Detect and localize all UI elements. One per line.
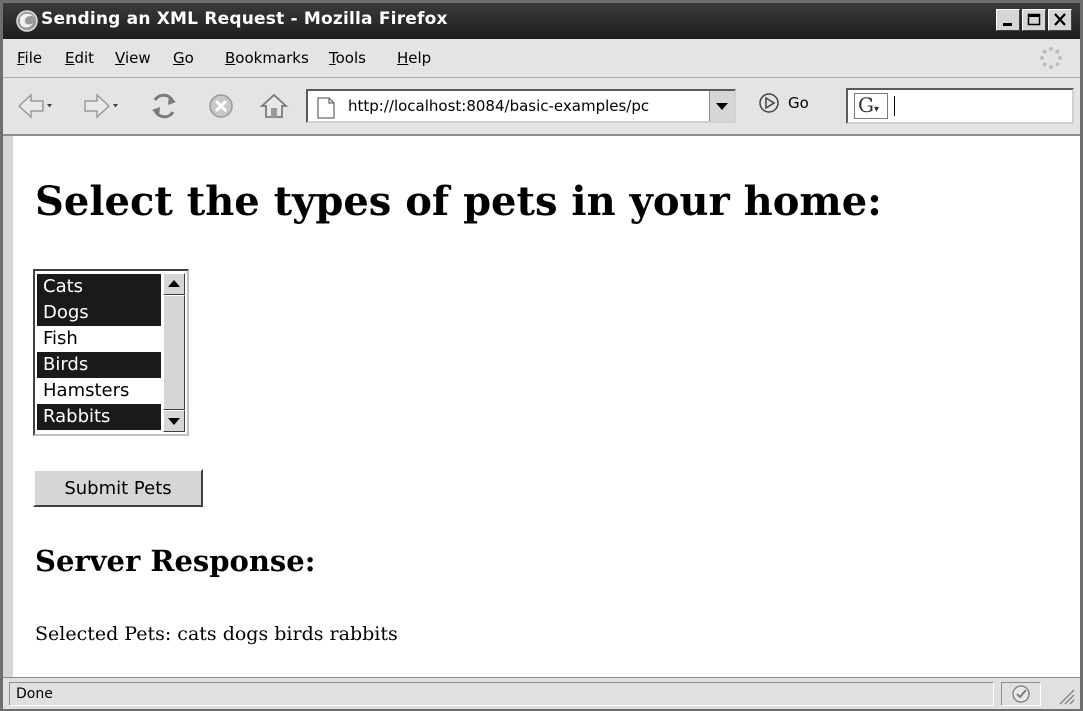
firefox-logo-icon	[16, 10, 38, 32]
arrow-up-icon	[168, 280, 180, 287]
pet-option[interactable]: Cats	[37, 274, 161, 300]
address-bar[interactable]: http://localhost:8084/basic-examples/pc	[306, 89, 736, 123]
status-bar: Done	[3, 677, 1080, 709]
minimize-button[interactable]	[996, 9, 1020, 31]
arrow-down-icon	[168, 418, 180, 425]
menu-bar: File Edit View Go Bookmarks Tools Help	[3, 39, 1080, 78]
stop-icon[interactable]	[207, 92, 235, 120]
menu-view[interactable]: View	[115, 49, 151, 67]
close-button[interactable]	[1048, 9, 1072, 31]
go-arrow-icon	[759, 93, 779, 113]
google-search-engine-icon[interactable]: G▾	[854, 93, 888, 119]
server-response-text: Selected Pets: cats dogs birds rabbits	[35, 623, 398, 645]
scrollbar-thumb[interactable]	[163, 295, 185, 410]
search-text-caret	[894, 96, 895, 116]
pet-option[interactable]: Fish	[37, 326, 161, 352]
go-label: Go	[788, 94, 809, 112]
server-response-heading: Server Response:	[35, 544, 316, 578]
url-text[interactable]: http://localhost:8084/basic-examples/pc	[348, 97, 708, 115]
menu-help[interactable]: Help	[397, 49, 431, 67]
menu-edit[interactable]: Edit	[65, 49, 94, 67]
go-button[interactable]: Go	[758, 92, 809, 114]
scroll-up-button[interactable]	[163, 273, 185, 295]
pet-option[interactable]: Hamsters	[37, 378, 161, 404]
page-content: Select the types of pets in your home: C…	[13, 136, 1080, 677]
menu-bookmarks[interactable]: Bookmarks	[225, 49, 309, 67]
submit-pets-button[interactable]: Submit Pets	[33, 469, 203, 507]
url-history-dropdown[interactable]	[709, 91, 734, 121]
back-arrow-icon[interactable]	[17, 92, 53, 120]
search-box[interactable]: G▾	[846, 88, 1074, 124]
menu-go[interactable]: Go	[173, 49, 194, 67]
navigation-toolbar: http://localhost:8084/basic-examples/pc …	[3, 78, 1080, 136]
checkmark-icon	[1012, 685, 1030, 703]
forward-arrow-icon[interactable]	[83, 92, 119, 120]
status-security-panel	[1001, 682, 1041, 706]
menu-tools[interactable]: Tools	[329, 49, 366, 67]
listbox-scrollbar[interactable]	[163, 273, 185, 432]
page-icon	[317, 97, 335, 119]
browser-window: Sending an XML Request - Mozilla Firefox…	[0, 0, 1083, 711]
pet-option[interactable]: Birds	[37, 352, 161, 378]
page-heading: Select the types of pets in your home:	[35, 178, 882, 225]
pet-option[interactable]: Rabbits	[37, 404, 161, 430]
pet-option[interactable]: Dogs	[37, 300, 161, 326]
resize-grip-icon[interactable]	[1054, 684, 1076, 706]
title-bar[interactable]: Sending an XML Request - Mozilla Firefox	[3, 3, 1080, 39]
home-icon[interactable]	[259, 92, 289, 120]
pets-listbox[interactable]: Cats Dogs Fish Birds Hamsters Rabbits	[33, 269, 189, 436]
throbber-icon	[1040, 47, 1062, 69]
menu-file[interactable]: File	[17, 49, 42, 67]
window-title: Sending an XML Request - Mozilla Firefox	[41, 9, 448, 29]
chevron-down-icon	[716, 103, 728, 110]
scroll-down-button[interactable]	[163, 410, 185, 432]
status-text: Done	[9, 682, 994, 706]
reload-icon[interactable]	[149, 92, 179, 120]
maximize-button[interactable]	[1022, 9, 1046, 31]
